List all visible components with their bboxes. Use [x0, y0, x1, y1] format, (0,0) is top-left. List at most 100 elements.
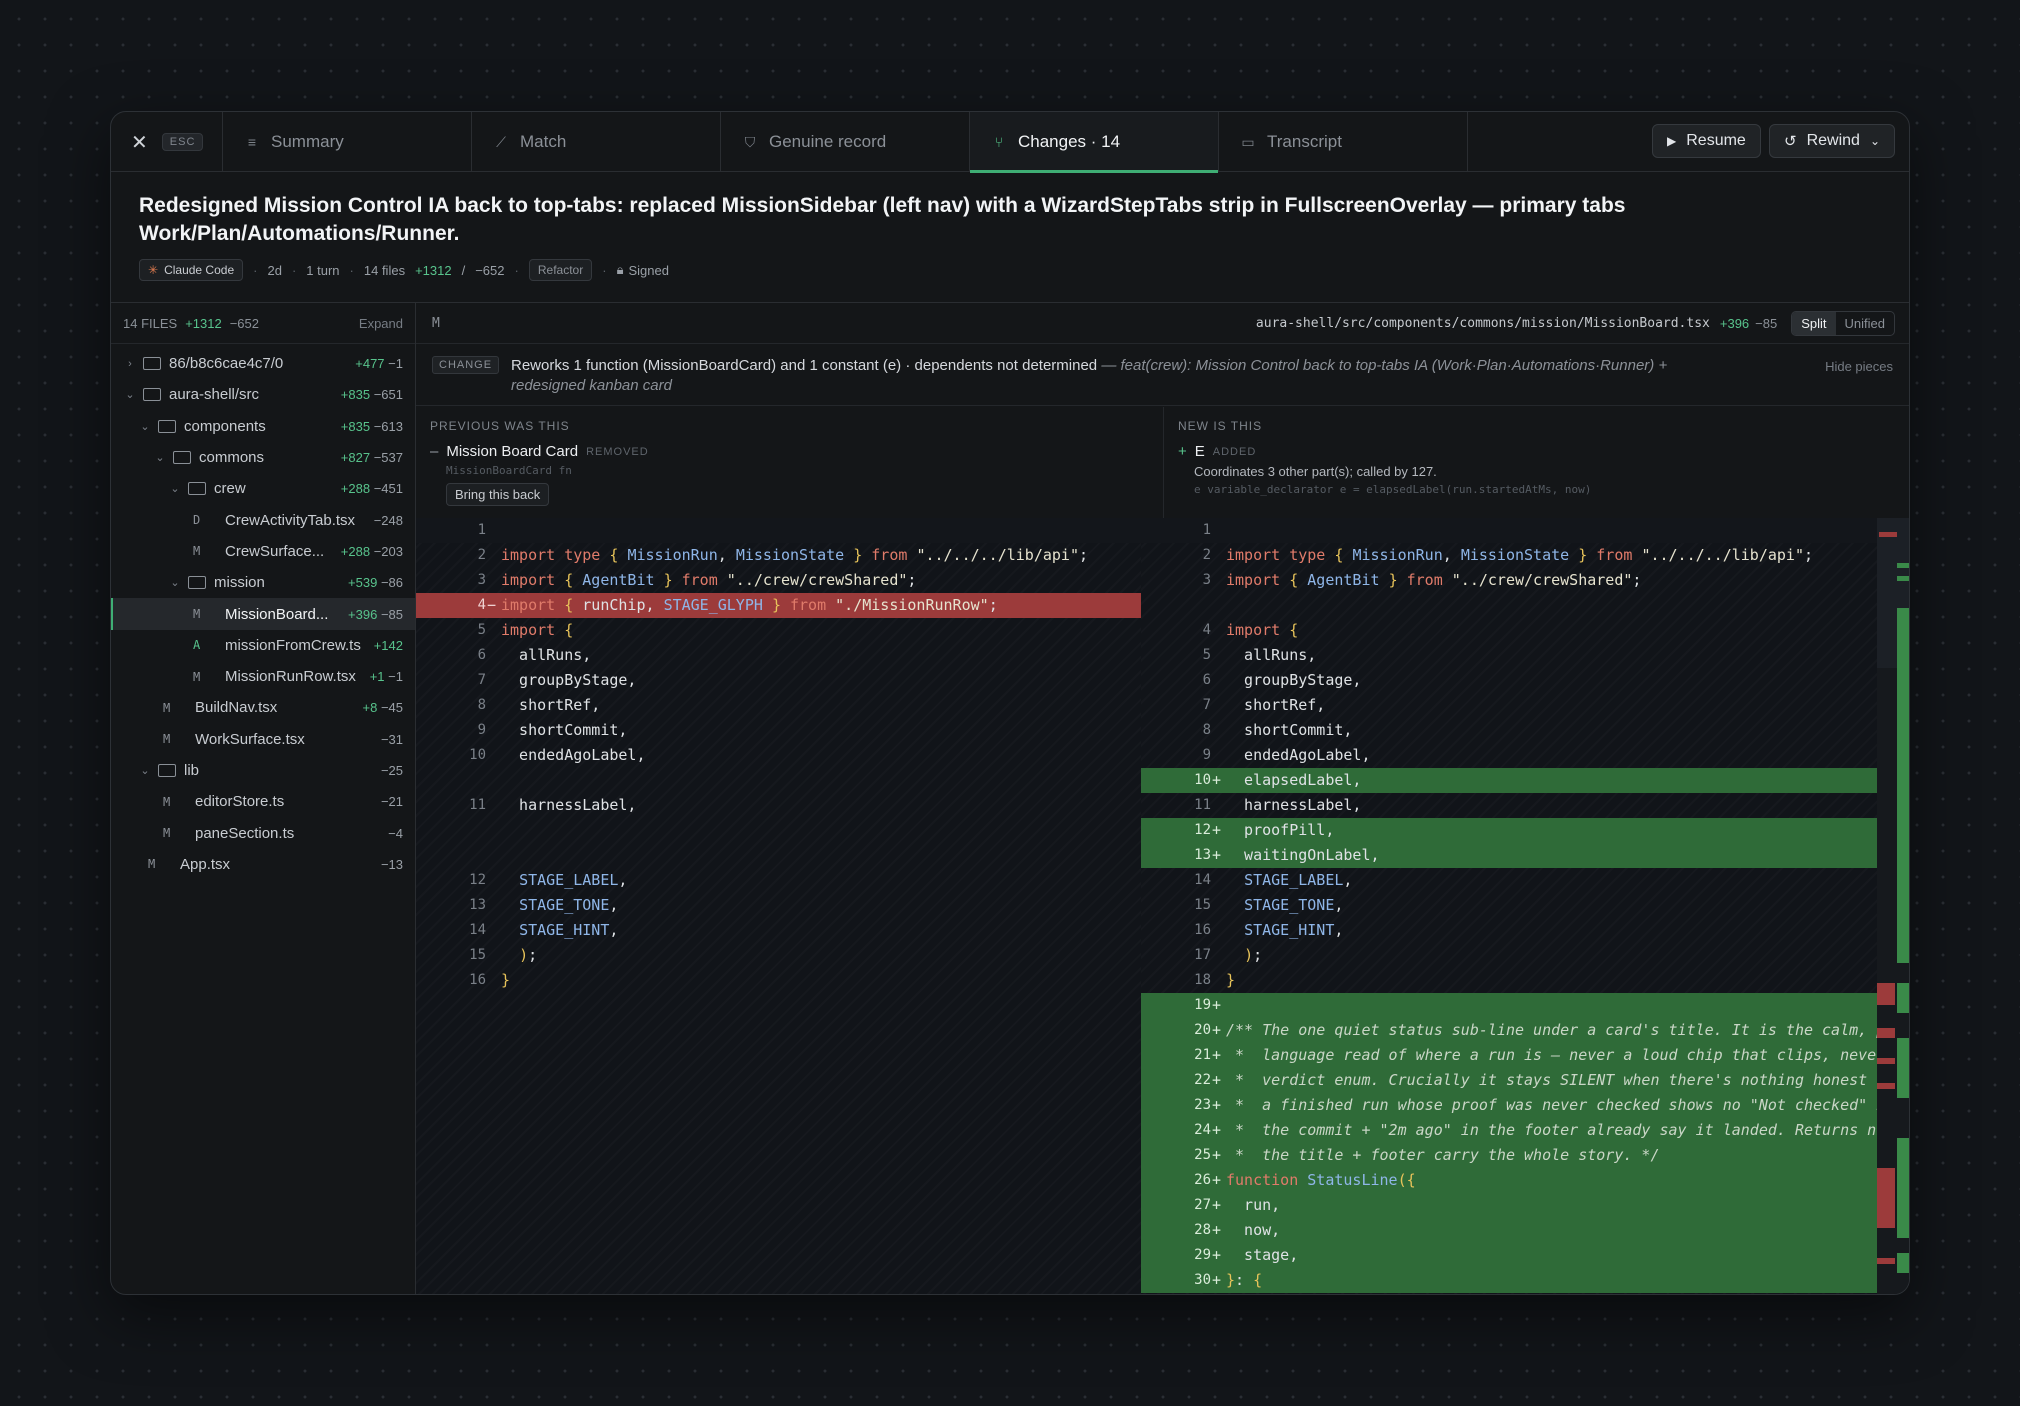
tree-item-name: CrewSurface...	[225, 542, 325, 560]
code-text: function StatusLine({	[1226, 1171, 1416, 1189]
minimap-added-mark	[1897, 1138, 1909, 1238]
line-number: 13	[469, 897, 486, 913]
line-number: 13	[1194, 847, 1211, 863]
new-code-line: 18}	[1141, 968, 1877, 993]
tree-file[interactable]: M WorkSurface.tsx −31	[111, 724, 415, 755]
code-text: STAGE_HINT,	[1244, 921, 1344, 939]
new-pane-header: NEW IS THIS + E ADDED Coordinates 3 othe…	[1164, 407, 1909, 518]
separator: ·	[253, 262, 258, 278]
previous-piece: – Mission Board Card REMOVED	[430, 443, 1149, 460]
tree-item-stats: +142	[374, 638, 403, 653]
tree-item-stats: +539 −86	[348, 575, 403, 590]
previous-code-pane[interactable]: 1 2 import type { MissionRun, MissionState…	[416, 518, 1141, 1294]
line-number: 5	[1202, 647, 1211, 663]
tree-folder[interactable]: ⌄ lib −25	[111, 755, 415, 786]
previous-code-line: 10 endedAgoLabel,	[416, 743, 1141, 768]
diff-marker: +	[1212, 771, 1222, 789]
tree-file[interactable]: M MissionRunRow.tsx +1 −1	[111, 661, 415, 692]
split-view-button[interactable]: Split	[1792, 311, 1836, 335]
line-number: 23	[1194, 1097, 1211, 1113]
tree-folder[interactable]: ⌄ components +835 −613	[111, 411, 415, 442]
line-number: 24	[1194, 1122, 1211, 1138]
tree-folder[interactable]: ⌄ aura-shell/src +835 −651	[111, 379, 415, 410]
tab-genuine-record[interactable]: ⛉ Genuine record	[721, 112, 970, 172]
line-number: 7	[477, 672, 486, 688]
tree-folder[interactable]: ⌄ crew +288 −451	[111, 473, 415, 504]
line-number: 11	[1194, 797, 1211, 813]
folder-icon	[188, 576, 206, 590]
tab-summary[interactable]: ≡ Summary	[223, 112, 472, 172]
tab-changes[interactable]: ⑂ Changes · 14	[970, 112, 1219, 173]
list-icon: ≡	[247, 134, 257, 150]
hide-pieces-button[interactable]: Hide pieces	[1825, 359, 1893, 374]
files-label: 14 FILES	[123, 315, 178, 331]
line-number: 3	[477, 572, 486, 588]
change-summary: CHANGE Reworks 1 function (MissionBoardC…	[416, 344, 1909, 406]
file-tree-sidebar: 14 FILES +1312 −652 Expand › 86/b8c6cae4c…	[111, 302, 416, 1294]
line-number: 16	[469, 972, 486, 988]
diff-minimap[interactable]	[1877, 518, 1909, 1294]
bring-back-button[interactable]: Bring this back	[446, 483, 550, 506]
code-text: STAGE_TONE,	[519, 896, 619, 914]
chevron-icon: ⌄	[125, 389, 135, 402]
diff-marker: +	[1212, 996, 1222, 1014]
tree-file[interactable]: AmissionFromCrew.ts +142	[111, 630, 415, 661]
tree-item-name: CrewActivityTab.tsx	[225, 511, 356, 529]
expand-button[interactable]: Expand	[359, 316, 403, 331]
file-tree-header: 14 FILES +1312 −652 Expand	[111, 303, 415, 344]
tree-file[interactable]: MeditorStore.ts −21	[111, 786, 415, 817]
close-button[interactable]: ✕ ESC	[111, 112, 223, 172]
added-count: +477	[355, 356, 385, 372]
tree-folder[interactable]: ⌄ mission +539 −86	[111, 567, 415, 598]
tree-folder[interactable]: › 86/b8c6cae4c7/0 +477 −1	[111, 348, 415, 379]
lock-icon: 🔒︎	[616, 262, 624, 277]
previous-code-line: 12 STAGE_LABEL,	[416, 868, 1141, 893]
resume-button[interactable]: ▶ Resume	[1652, 124, 1761, 158]
tree-file[interactable]: D CrewActivityTab.tsx −248	[111, 504, 415, 535]
tree-file[interactable]: M MissionBoard... +396 −85	[111, 598, 415, 630]
added-count: +1	[369, 669, 385, 685]
removed-tag: REMOVED	[586, 445, 649, 458]
code-text: endedAgoLabel,	[501, 746, 646, 764]
added-tag: ADDED	[1212, 445, 1257, 458]
new-code-line: 23 + * a finished run whose proof was nev…	[1141, 1093, 1877, 1118]
removed-count: −21	[380, 794, 403, 810]
tab-transcript[interactable]: ▭ Transcript	[1219, 112, 1468, 172]
page-title: Redesigned Mission Control IA back to to…	[139, 194, 1626, 245]
diff-marker: +	[1212, 846, 1222, 864]
tree-file[interactable]: MpaneSection.ts −4	[111, 817, 415, 848]
new-code-pane[interactable]: 1 2 import type { MissionRun, MissionState…	[1141, 518, 1877, 1294]
tab-bar: ✕ ESC ≡ Summary ⟋ Match ⛉ Genuine record…	[111, 112, 1909, 173]
diff-marker: +	[1212, 1221, 1222, 1239]
line-number: 30	[1194, 1272, 1211, 1288]
removed-count: −652	[229, 315, 260, 331]
removed-count: −451	[373, 481, 403, 497]
tree-file[interactable]: M CrewSurface... +288 −203	[111, 536, 415, 567]
new-code-line: 4 import {	[1141, 618, 1877, 643]
agent-chip: ✳ Claude Code	[139, 259, 244, 281]
tree-folder[interactable]: ⌄ commons +827 −537	[111, 442, 415, 473]
code-text: * language read of where a run is — neve…	[1226, 1046, 1877, 1064]
code-text: /** The one quiet status sub-line under …	[1226, 1021, 1877, 1039]
removed-count: −25	[380, 763, 403, 778]
line-number: 8	[1202, 722, 1211, 738]
previous-piece-kind: MissionBoardCard fn	[446, 464, 572, 477]
code-text: stage,	[1226, 1246, 1299, 1264]
line-number: 10	[1194, 772, 1211, 788]
tree-item-stats: −25	[381, 763, 403, 778]
code-text: import {	[1226, 621, 1299, 639]
file-status: D	[193, 513, 201, 528]
folder-icon	[173, 451, 191, 465]
tab-match[interactable]: ⟋ Match	[472, 112, 721, 172]
code-text: * the title + footer carry the whole sto…	[1226, 1146, 1660, 1164]
code-text: STAGE_HINT,	[519, 921, 619, 939]
tree-item-stats: −31	[381, 732, 403, 747]
minimap-graphic	[1877, 518, 1909, 1273]
tree-file[interactable]: M App.tsx −13	[111, 849, 415, 880]
rewind-button[interactable]: ↺ Rewind ⌄	[1769, 124, 1895, 158]
tree-file[interactable]: M BuildNav.tsx +8 −45	[111, 692, 415, 723]
unified-view-button[interactable]: Unified	[1836, 312, 1894, 335]
file-status: M	[193, 669, 201, 684]
line-number: 16	[1194, 922, 1211, 938]
claude-icon: ✳	[148, 263, 159, 277]
